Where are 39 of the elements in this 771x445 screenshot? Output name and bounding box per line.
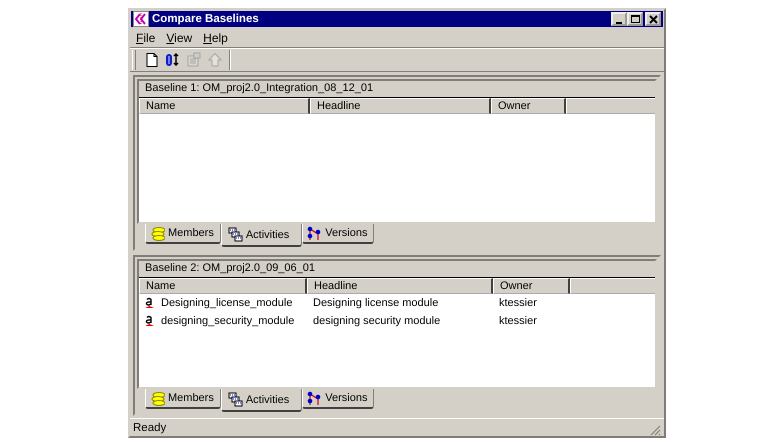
- status-text: Ready: [133, 422, 166, 434]
- tab[interactable]: Activities: [220, 224, 302, 247]
- column-header[interactable]: Owner: [491, 98, 566, 114]
- table-cell: Designing_license_module: [161, 297, 292, 309]
- column-header[interactable]: Owner: [493, 278, 570, 294]
- column-header[interactable]: Name: [139, 278, 307, 294]
- activities-icon: [228, 392, 243, 407]
- tab[interactable]: Activities: [220, 389, 302, 412]
- minimize-icon: [616, 22, 622, 24]
- column-header[interactable]: Headline: [307, 278, 493, 294]
- column-header[interactable]: Headline: [310, 98, 491, 114]
- stack-icon: [150, 226, 165, 240]
- stack-icon: [150, 390, 165, 406]
- table-cell-text: ktessier: [498, 315, 538, 327]
- window-title: Compare Baselines: [152, 13, 260, 25]
- activity-icon: [145, 314, 154, 328]
- tab[interactable]: Versions: [302, 224, 374, 244]
- menu-item[interactable]: File: [136, 31, 156, 45]
- table-cell-text: designing security module: [312, 315, 442, 327]
- maximize-button[interactable]: [627, 12, 643, 26]
- tab[interactable]: Versions: [302, 389, 374, 409]
- tab[interactable]: Members: [145, 389, 221, 409]
- table-cell-text: Designing license module: [312, 297, 440, 309]
- maximize-icon: [630, 14, 640, 22]
- minimize-button[interactable]: [611, 12, 627, 26]
- close-button[interactable]: [645, 12, 661, 26]
- version-tree-icon: [307, 390, 322, 406]
- menu-item[interactable]: View: [166, 31, 192, 45]
- app-icon: [133, 11, 149, 27]
- resize-grip[interactable]: [649, 424, 661, 436]
- version-tree-icon: [307, 226, 322, 240]
- table-cell: designing_security_module: [161, 315, 294, 327]
- activity-icon: [145, 296, 154, 310]
- tab[interactable]: Members: [145, 224, 221, 244]
- table-cell-text: ktessier: [498, 297, 538, 309]
- close-icon: [648, 14, 658, 24]
- activities-icon: [228, 227, 243, 242]
- menu-item[interactable]: Help: [203, 31, 228, 45]
- column-header[interactable]: Name: [139, 98, 310, 114]
